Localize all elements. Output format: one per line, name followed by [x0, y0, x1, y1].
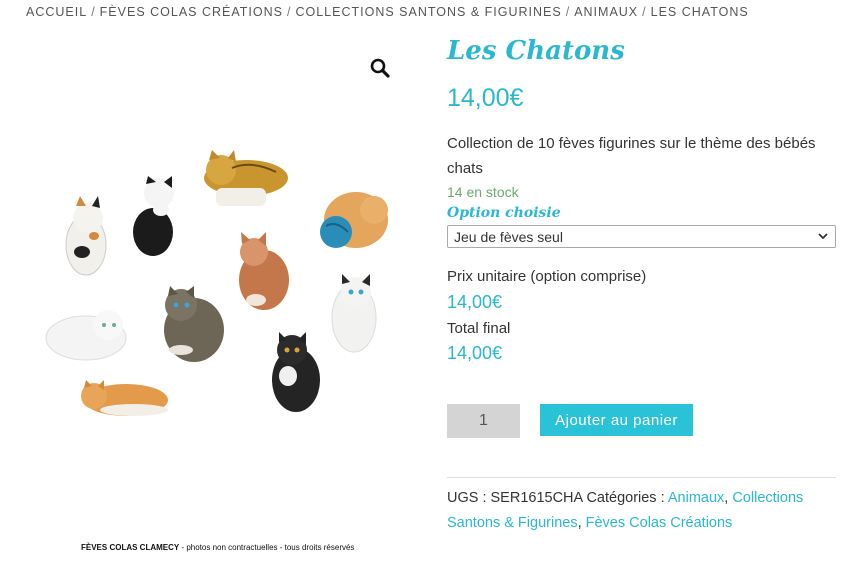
figurine-black-sitting-cat: [272, 332, 320, 412]
figurine-tabby-lying-cat: [204, 150, 288, 206]
sku-value: SER1615CHA: [490, 490, 583, 506]
category-link-feves-colas-creations[interactable]: Fèves Colas Créations: [586, 515, 733, 531]
stock-status: 14 en stock: [447, 184, 519, 200]
figurine-white-lying-cat: [45, 310, 127, 361]
unit-price: 14,00€: [447, 292, 503, 312]
breadcrumb-separator: /: [91, 5, 96, 19]
option-selected-value: Jeu de fèves seul: [454, 229, 563, 245]
breadcrumb: ACCUEIL / FÈVES COLAS CRÉATIONS / COLLECTION…: [26, 5, 749, 19]
caption-text: - photos non contractuelles - tous droit…: [179, 543, 355, 552]
total-price: 14,00€: [447, 343, 503, 363]
breadcrumb-separator: /: [565, 5, 571, 19]
product-description: Collection de 10 fèves figurines sur le …: [447, 135, 816, 177]
product-price: 14,00€: [447, 84, 524, 112]
unit-price-label: Prix unitaire (option comprise): [447, 268, 647, 285]
figurine-ginger-lying-cat: [81, 380, 168, 416]
quantity-input[interactable]: [447, 404, 520, 438]
product-meta: UGS : SER1615CHA Catégories : Animaux, C…: [447, 490, 804, 531]
figurine-siamese-cat: [331, 274, 377, 353]
category-link-animaux[interactable]: Animaux: [668, 490, 724, 506]
breadcrumb-collections[interactable]: COLLECTIONS SANTONS & FIGURINES: [295, 5, 561, 19]
product-image[interactable]: [36, 140, 406, 430]
figurine-cat-with-yarn: [320, 192, 388, 248]
figurine-black-white-cat: [133, 176, 174, 256]
breadcrumb-accueil[interactable]: ACCUEIL: [26, 5, 87, 19]
figurine-grey-tabby-cat: [164, 286, 224, 362]
divider: [447, 477, 836, 478]
chevron-down-icon: [818, 233, 828, 240]
categories-label: Catégories :: [586, 490, 665, 506]
breadcrumb-separator: /: [642, 5, 647, 19]
figurine-ginger-sitting-cat: [239, 232, 289, 310]
magnifier-icon[interactable]: [369, 57, 391, 79]
breadcrumb-animaux[interactable]: ANIMAUX: [574, 5, 638, 19]
breadcrumb-current: LES CHATONS: [650, 5, 749, 19]
option-label: Option choisie: [447, 205, 561, 221]
sku-label: UGS :: [447, 490, 487, 506]
product-title: Les Chatons: [447, 36, 625, 66]
total-label: Total final: [447, 320, 511, 337]
figurine-calico-cat: [65, 196, 107, 276]
breadcrumb-feves-colas-creations[interactable]: FÈVES COLAS CRÉATIONS: [100, 5, 283, 19]
option-select[interactable]: Jeu de fèves seul: [447, 225, 836, 248]
breadcrumb-separator: /: [286, 5, 292, 19]
add-to-cart-button[interactable]: Ajouter au panier: [540, 404, 693, 436]
caption-brand: FÈVES COLAS CLAMECY: [81, 543, 180, 552]
image-caption: FÈVES COLAS CLAMECY - photos non contrac…: [81, 543, 354, 552]
